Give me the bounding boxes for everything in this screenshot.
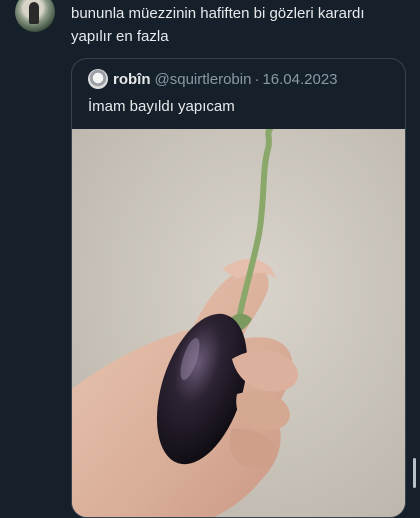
quoted-tweet-header: robîn @squirtlerobin · 16.04.2023 bbox=[88, 69, 338, 89]
quoted-tweet-date[interactable]: 16.04.2023 bbox=[262, 71, 337, 88]
quoted-tweet-card[interactable]: robîn @squirtlerobin · 16.04.2023 İmam b… bbox=[71, 58, 406, 518]
avatar-figure bbox=[29, 2, 39, 24]
quoted-author-name[interactable]: robîn bbox=[113, 71, 151, 88]
tweet-text: bununla müezzinin hafiften bi gözleri ka… bbox=[71, 5, 365, 45]
quoted-tweet-text: İmam bayıldı yapıcam bbox=[88, 98, 235, 115]
author-avatar[interactable] bbox=[15, 0, 55, 32]
quoted-author-avatar[interactable] bbox=[88, 69, 108, 89]
quoted-author-handle[interactable]: @squirtlerobin bbox=[155, 71, 252, 88]
separator-dot: · bbox=[254, 70, 260, 88]
quoted-tweet-photo[interactable] bbox=[72, 129, 405, 517]
scrollbar-thumb[interactable] bbox=[413, 458, 416, 488]
eggplant-photo-illustration bbox=[72, 129, 405, 517]
